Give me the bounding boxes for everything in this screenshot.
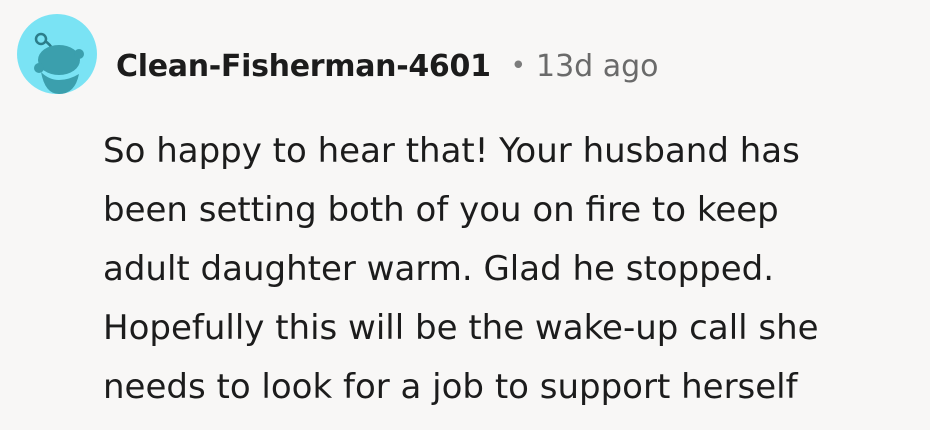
comment-timestamp[interactable]: 13d ago [536, 49, 659, 84]
comment-body: So happy to hear that! Your husband has … [103, 122, 918, 417]
username-link[interactable]: Clean-Fisherman-4601 [116, 49, 491, 84]
user-avatar[interactable] [17, 14, 97, 94]
comment-body-line: been setting both of you on fire to keep [103, 190, 779, 230]
comment-body-line: adult daughter warm. Glad he stopped. [103, 249, 775, 289]
comment: Clean-Fisherman-4601 • 13d ago So happy … [0, 0, 930, 430]
reddit-snoo-avatar-icon [17, 14, 97, 94]
comment-body-line: So happy to hear that! Your husband has [103, 131, 800, 171]
comment-body-line: Hopefully this will be the wake-up call … [103, 308, 819, 348]
comment-meta: Clean-Fisherman-4601 • 13d ago [116, 44, 659, 88]
separator-dot: • [510, 51, 526, 81]
comment-body-line: needs to look for a job to support herse… [103, 367, 798, 407]
